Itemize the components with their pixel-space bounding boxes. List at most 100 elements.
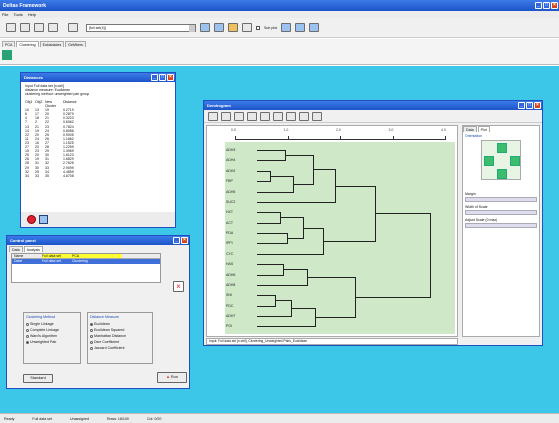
- import-icon[interactable]: [34, 23, 44, 32]
- radio-option[interactable]: Jaccard Coefficient: [90, 345, 150, 351]
- menu-tools[interactable]: Tools: [13, 11, 22, 18]
- radio-label: Jaccard Coefficient: [94, 346, 125, 350]
- arrow-up-icon[interactable]: [497, 143, 507, 153]
- maximize-button[interactable]: □: [543, 2, 550, 9]
- export-icon[interactable]: [48, 23, 58, 32]
- link-icon[interactable]: [68, 23, 78, 32]
- tab-analysis[interactable]: Analysis: [23, 246, 43, 252]
- fit-icon[interactable]: [247, 111, 257, 121]
- zoom-out-icon[interactable]: [234, 111, 244, 121]
- print-icon[interactable]: [299, 111, 309, 121]
- width-slider[interactable]: [465, 210, 537, 215]
- radio-label: Single Linkage: [30, 322, 54, 326]
- dendrogram-branch: [257, 170, 270, 172]
- tab-plot[interactable]: Plot: [477, 126, 490, 132]
- minimize-button[interactable]: _: [518, 102, 525, 109]
- orientation-control[interactable]: [481, 140, 521, 180]
- table-cell: 35: [45, 173, 49, 178]
- leaf-label: ADH6: [226, 272, 236, 277]
- table-header: Full data set: [42, 254, 72, 258]
- zoom-in-icon[interactable]: [221, 111, 231, 121]
- dendrogram-branch: [257, 212, 280, 214]
- dendrogram-branch: [307, 277, 355, 279]
- status-rows: Rows: 18/100: [106, 416, 129, 421]
- leaf-label: ADH5: [226, 189, 236, 194]
- stop-icon[interactable]: [27, 215, 36, 224]
- grid-icon[interactable]: [242, 23, 252, 32]
- arrow-left-icon[interactable]: [484, 156, 494, 166]
- settings-icon[interactable]: [286, 111, 296, 121]
- chart-icon[interactable]: [200, 23, 210, 32]
- subplot-checkbox[interactable]: [256, 25, 260, 30]
- subplot-label: Sub plot: [264, 25, 278, 30]
- radio-option[interactable]: Unweighted Pair: [26, 339, 78, 345]
- axis-line: [235, 139, 445, 140]
- dataset-select[interactable]: [full set(4)]: [86, 23, 196, 32]
- close-button[interactable]: ×: [181, 237, 188, 244]
- table-cell: Full data set: [42, 259, 62, 263]
- run-button[interactable]: ▲ Run: [157, 372, 187, 383]
- table-icon[interactable]: [39, 215, 48, 224]
- table-header: PCA: [72, 254, 122, 258]
- open-icon[interactable]: [6, 23, 16, 32]
- dendrogram-branch: [270, 175, 293, 177]
- close-button[interactable]: ×: [534, 102, 541, 109]
- zoom-icon[interactable]: [214, 23, 224, 32]
- radio-label: Ward's Algorithm: [30, 334, 57, 338]
- layout-3-icon[interactable]: [309, 23, 320, 32]
- distances-footer: [21, 212, 175, 227]
- dendrogram-branch: [257, 150, 285, 151]
- arrow-right-icon[interactable]: [510, 156, 520, 166]
- analysis-table: Name Full data set PCA Datei Full data set C…: [11, 253, 161, 283]
- menu-file[interactable]: File: [2, 11, 8, 18]
- minimize-button[interactable]: _: [151, 74, 158, 81]
- margin-slider[interactable]: [465, 197, 537, 202]
- table-row[interactable]: Datei Full data set Clustering: [12, 259, 160, 264]
- palette-icon[interactable]: [228, 23, 238, 32]
- maximize-button[interactable]: □: [159, 74, 166, 81]
- close-button[interactable]: ×: [551, 2, 558, 9]
- tab-pca[interactable]: PCA: [2, 41, 16, 47]
- menu-help[interactable]: Help: [28, 11, 36, 18]
- cluster-tool-icon[interactable]: [2, 50, 12, 60]
- dendrogram-side-panel: Data Plot Orientation Margin Width of Sca…: [462, 125, 540, 337]
- dendrogram-branch: [257, 274, 283, 276]
- arrow-down-icon[interactable]: [497, 169, 507, 179]
- dendrogram-branch: [335, 185, 375, 187]
- tab-euklankdes[interactable]: Euklankdes: [39, 41, 65, 47]
- magnify-icon[interactable]: [312, 111, 322, 121]
- tab-data[interactable]: Data: [463, 126, 477, 132]
- axis-tick-label: 0.0: [231, 128, 236, 132]
- minimize-button[interactable]: _: [173, 237, 180, 244]
- pointer-icon[interactable]: [208, 111, 218, 121]
- tab-data[interactable]: Data: [9, 246, 23, 252]
- clustering-method-options: Single Linkage Complete Linkage Ward's Alg…: [26, 321, 78, 345]
- dendrogram-branch: [303, 227, 323, 229]
- dendrogram-branch: [283, 269, 307, 271]
- dendrogram-branch: [291, 308, 315, 310]
- copy-icon[interactable]: [273, 111, 283, 121]
- tab-gembers[interactable]: GeMbers: [65, 41, 86, 47]
- close-button[interactable]: ×: [167, 74, 174, 81]
- dataset-select-value: [full set(4)]: [89, 25, 106, 30]
- save-icon[interactable]: [20, 23, 30, 32]
- minimize-button[interactable]: _: [535, 2, 542, 9]
- run-label: Run: [170, 375, 178, 379]
- distances-col-headers: Obj1 Obj2 New Cluster Distance: [25, 100, 171, 108]
- leaf-label: SNI: [226, 293, 232, 298]
- dendrogram-branch: [257, 222, 280, 224]
- maximize-button[interactable]: □: [526, 102, 533, 109]
- delete-button[interactable]: ×: [173, 281, 184, 292]
- radio-label: Dice Coefficient: [94, 340, 120, 344]
- radio-label: Unweighted Pair: [30, 340, 57, 344]
- layout-1-icon[interactable]: [281, 23, 292, 32]
- tab-clustering[interactable]: Clustering: [16, 41, 39, 47]
- distances-table: Obj1 Obj2 New Cluster Distance 10 13 19 0.2719…: [25, 100, 171, 178]
- status-ready: Ready: [4, 416, 15, 421]
- leaf-label: PDA: [226, 231, 234, 236]
- distances-titlebar: Distances _ □ ×: [21, 73, 175, 82]
- layout-2-icon[interactable]: [295, 23, 306, 32]
- adjust-slider[interactable]: [465, 223, 537, 228]
- standard-button[interactable]: Standard: [23, 374, 53, 383]
- select-icon[interactable]: [260, 111, 270, 121]
